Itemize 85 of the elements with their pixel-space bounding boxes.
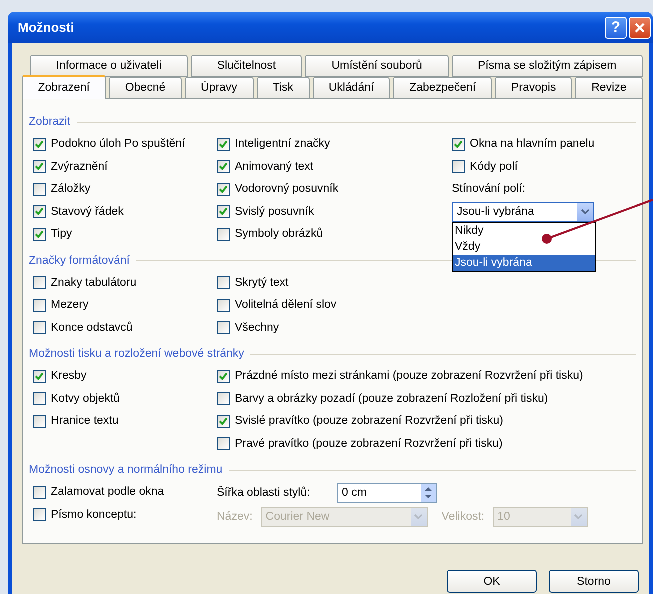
field-label: Stínování polí: bbox=[452, 182, 527, 198]
checkbox-label: Okna na hlavním panelu bbox=[470, 138, 595, 150]
tab[interactable]: Úpravy bbox=[184, 77, 254, 99]
checkbox[interactable] bbox=[33, 182, 46, 196]
close-icon bbox=[634, 22, 646, 34]
checkbox[interactable] bbox=[33, 508, 46, 522]
checkbox-label: Animovaný text bbox=[235, 160, 314, 173]
checkbox-label: Stavový řádek bbox=[51, 206, 124, 218]
checkbox[interactable] bbox=[217, 228, 230, 241]
checkbox-label: Vodorovný posuvník bbox=[235, 183, 339, 196]
tab[interactable]: Informace o uživateli bbox=[30, 55, 188, 77]
checkbox-label: Svislý posuvník bbox=[235, 206, 314, 218]
checkbox[interactable] bbox=[217, 321, 230, 334]
checkbox[interactable] bbox=[33, 321, 46, 334]
checkbox-label: Tipy bbox=[51, 228, 72, 240]
checkbox[interactable] bbox=[217, 182, 230, 196]
caret-icon bbox=[574, 514, 584, 520]
checkbox[interactable] bbox=[217, 414, 230, 428]
checkbox-label: Záložky bbox=[51, 183, 91, 196]
checkbox[interactable] bbox=[217, 276, 230, 290]
checkbox[interactable] bbox=[33, 205, 46, 218]
checkbox-label: Pravé pravítko (pouze zobrazení Rozvržení při tisku) bbox=[235, 438, 503, 450]
checkbox-label: Kotvy objektů bbox=[51, 392, 120, 405]
checkbox[interactable] bbox=[33, 160, 46, 174]
close-button[interactable] bbox=[629, 16, 651, 38]
field-label: Velikost: bbox=[442, 511, 485, 523]
checkbox[interactable] bbox=[217, 437, 230, 450]
tab[interactable]: Obecné bbox=[109, 77, 182, 99]
checkbox[interactable] bbox=[217, 298, 230, 312]
tab[interactable]: Zobrazení bbox=[22, 75, 106, 99]
checkbox-label: Hranice textu bbox=[51, 415, 119, 428]
checkbox[interactable] bbox=[452, 138, 465, 151]
checkbox-label: Barvy a obrázky pozadí (pouze zobrazení Rozložení při tisku) bbox=[235, 392, 548, 405]
field-label: Název: bbox=[217, 511, 253, 523]
field-label: Šířka oblasti stylů: bbox=[217, 487, 312, 499]
checkbox[interactable] bbox=[217, 205, 230, 218]
checkbox[interactable] bbox=[217, 392, 230, 406]
checkbox[interactable] bbox=[217, 370, 230, 383]
tab[interactable]: Slučitelnost bbox=[191, 55, 302, 77]
section-heading: Možnosti tisku a rozložení webové stránky bbox=[28, 348, 244, 360]
dialog-button[interactable]: OK bbox=[447, 570, 537, 593]
checkbox[interactable] bbox=[452, 160, 465, 174]
checkbox-label: Písmo konceptu: bbox=[51, 508, 137, 521]
checkbox[interactable] bbox=[33, 392, 46, 406]
dialog-button[interactable]: Storno bbox=[549, 570, 639, 593]
checkbox-label: Podokno úloh Po spuštění bbox=[51, 138, 186, 150]
checkbox-label: Konce odstavců bbox=[51, 322, 133, 334]
spin-field[interactable]: 0 cm bbox=[337, 483, 437, 503]
dropdown-option[interactable]: Jsou-li vybrána bbox=[453, 254, 595, 270]
checkbox[interactable] bbox=[33, 486, 46, 499]
checkbox[interactable] bbox=[33, 228, 46, 241]
checkbox[interactable] bbox=[217, 160, 230, 174]
section-heading: Značky formátování bbox=[28, 254, 130, 266]
checkbox-label: Skrytý text bbox=[235, 276, 289, 289]
checkbox-label: Všechny bbox=[235, 322, 280, 334]
checkbox-label: Prázdné místo mezi stránkami (pouze zobrazení Rozvržení při tisku) bbox=[235, 370, 584, 382]
checkbox[interactable] bbox=[33, 414, 46, 428]
caret-icon bbox=[414, 514, 424, 520]
window-title: Možnosti bbox=[17, 20, 74, 35]
checkbox-label: Kódy polí bbox=[470, 160, 518, 173]
checkbox-label: Mezery bbox=[51, 299, 89, 312]
tab[interactable]: Umístění souborů bbox=[305, 55, 449, 77]
checkbox[interactable] bbox=[33, 276, 46, 290]
tab[interactable]: Tisk bbox=[256, 77, 310, 99]
checkbox[interactable] bbox=[33, 370, 46, 383]
tab[interactable]: Písma se složitým zápisem bbox=[452, 55, 643, 77]
checkbox-label: Kresby bbox=[51, 370, 87, 382]
checkbox[interactable] bbox=[33, 298, 46, 312]
checkbox-label: Volitelná dělení slov bbox=[235, 299, 337, 312]
checkbox-label: Svislé pravítko (pouze zobrazení Rozvržení při tisku) bbox=[235, 415, 504, 428]
checkbox-label: Znaky tabulátoru bbox=[51, 276, 137, 289]
dropdown[interactable]: Jsou-li vybrána bbox=[452, 202, 594, 222]
checkbox-label: Zvýraznění bbox=[51, 160, 108, 173]
checkbox[interactable] bbox=[217, 138, 230, 151]
tab[interactable]: Pravopis bbox=[495, 77, 572, 99]
section-heading: Možnosti osnovy a normálního režimu bbox=[28, 464, 223, 476]
checkbox[interactable] bbox=[33, 138, 46, 151]
section-heading: Zobrazit bbox=[28, 116, 71, 128]
tab[interactable]: Revize bbox=[575, 77, 643, 99]
tab[interactable]: Zabezpečení bbox=[393, 77, 492, 99]
checkbox-label: Inteligentní značky bbox=[235, 138, 330, 150]
caret-icon bbox=[580, 208, 590, 215]
tab[interactable]: Ukládání bbox=[312, 77, 390, 99]
checkbox-label: Zalamovat podle okna bbox=[51, 486, 164, 498]
checkbox-label: Symboly obrázků bbox=[235, 228, 324, 240]
